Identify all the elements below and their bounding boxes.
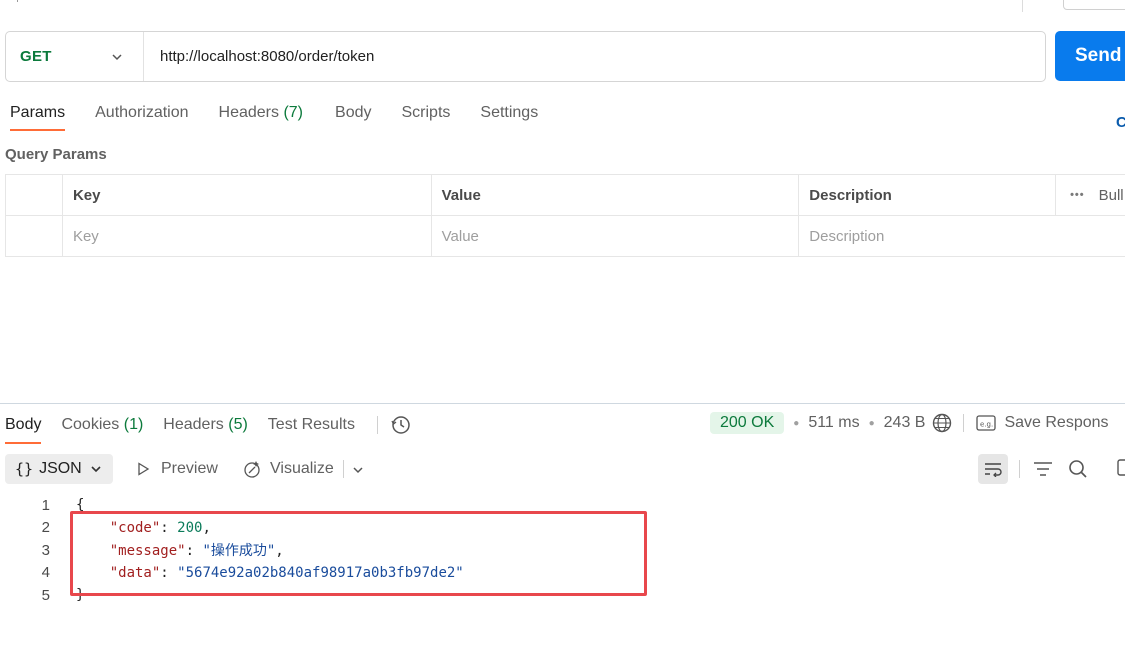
dot-separator: ●: [868, 417, 875, 429]
row-checkbox[interactable]: [5, 216, 62, 256]
tab-label: Authorization: [95, 104, 189, 121]
response-toolbar: {} JSON Preview Visualize: [5, 454, 1125, 484]
request-url-bar: GET http://localhost:8080/order/token: [5, 31, 1046, 82]
format-label: JSON: [39, 460, 82, 477]
save-response-icon: e.g.: [976, 415, 997, 431]
line-number: 5: [41, 586, 50, 604]
tab-label: Body: [335, 104, 372, 121]
visualize-icon: [244, 461, 260, 478]
visualize-label: Visualize: [270, 460, 334, 477]
tab-headers[interactable]: Headers (7): [219, 104, 304, 130]
save-response-button[interactable]: Save Respons: [1004, 414, 1108, 432]
value-column-header: Value: [430, 175, 799, 215]
response-tabs: Body Cookies (1) Headers (5) Test Result…: [5, 414, 412, 444]
checkbox-column-header: [5, 175, 62, 215]
tab-params[interactable]: Params: [10, 104, 66, 131]
tab-body[interactable]: Body: [335, 104, 371, 130]
braces-icon: {}: [15, 460, 34, 478]
tab-scripts[interactable]: Scripts: [401, 104, 450, 130]
tab-label: Headers: [163, 415, 224, 433]
preview-label: Preview: [161, 460, 218, 477]
bulk-edit-button[interactable]: ••• Bull: [1055, 175, 1125, 215]
top-edge: [0, 0, 1125, 14]
tab-authorization[interactable]: Authorization: [95, 104, 188, 130]
method-select[interactable]: GET: [6, 32, 144, 81]
line-number: 2: [41, 519, 50, 537]
tab-label: Settings: [480, 104, 539, 121]
line-number: 3: [41, 541, 50, 559]
query-params-title: Query Params: [5, 146, 107, 163]
tab-label: Cookies: [61, 415, 120, 433]
tab-count: (5): [228, 415, 248, 433]
tab-label: Scripts: [401, 104, 451, 121]
visualize-button[interactable]: Visualize: [242, 454, 334, 484]
separator: [963, 414, 965, 432]
response-tab-headers[interactable]: Headers (5): [163, 416, 248, 443]
response-time[interactable]: 511 ms: [808, 414, 859, 432]
separator: [1019, 460, 1020, 478]
tab-label: Test Results: [267, 415, 355, 433]
description-column-header: Description: [798, 175, 1055, 215]
annotation-highlight-box: [70, 511, 647, 596]
tab-label: Body: [5, 415, 42, 433]
table-row: Key Value Description: [5, 216, 1125, 257]
status-badge[interactable]: 200 OK: [710, 412, 785, 434]
table-header-row: Key Value Description ••• Bull: [5, 175, 1125, 216]
separator: [343, 460, 344, 478]
cookies-link[interactable]: C: [1116, 114, 1125, 131]
wrap-lines-icon: [985, 463, 1002, 477]
globe-icon[interactable]: [931, 412, 953, 434]
response-size[interactable]: 243 B: [884, 414, 926, 432]
key-column-header: Key: [61, 175, 431, 215]
top-edge-divider: [1022, 0, 1023, 12]
top-edge-mark: [12, 0, 18, 2]
top-edge-box: [1063, 0, 1125, 10]
tab-count: (7): [283, 104, 304, 121]
chevron-down-icon: [112, 54, 122, 61]
tab-label: Params: [10, 104, 66, 121]
value-input[interactable]: Value: [430, 216, 799, 256]
response-tab-cookies[interactable]: Cookies (1): [61, 416, 143, 443]
search-icon[interactable]: [1068, 459, 1088, 479]
dot-separator: ●: [793, 417, 800, 429]
line-number: 1: [41, 496, 50, 514]
response-meta: 200 OK ● 511 ms ● 243 B e.g. Save Respon…: [710, 412, 1109, 434]
line-number: 4: [41, 564, 50, 582]
request-tabs: Params Authorization Headers (7) Body Sc…: [10, 104, 568, 131]
svg-text:e.g.: e.g.: [980, 421, 993, 429]
send-button[interactable]: Send: [1055, 31, 1125, 81]
method-label: GET: [20, 48, 52, 65]
row-end-cell: [1055, 216, 1125, 256]
pane-divider[interactable]: [0, 403, 1125, 404]
tab-label: Headers: [218, 104, 279, 121]
response-tab-test-results[interactable]: Test Results: [268, 416, 355, 443]
chevron-down-icon[interactable]: [351, 463, 365, 477]
history-icon[interactable]: [390, 414, 412, 436]
preview-button[interactable]: Preview: [135, 454, 218, 484]
more-icon: •••: [1070, 189, 1085, 201]
url-input[interactable]: http://localhost:8080/order/token: [144, 48, 1045, 65]
query-params-table: Key Value Description ••• Bull Key Value…: [5, 174, 1125, 257]
key-input[interactable]: Key: [61, 216, 431, 256]
copy-icon[interactable]: [1117, 459, 1125, 477]
tab-settings[interactable]: Settings: [480, 104, 538, 130]
bulk-edit-label: Bull: [1098, 186, 1124, 204]
chevron-down-icon: [91, 466, 101, 473]
tab-count: (1): [123, 415, 144, 433]
response-tab-body[interactable]: Body: [5, 415, 42, 444]
wrap-lines-button[interactable]: [978, 454, 1008, 484]
filter-icon[interactable]: [1033, 460, 1053, 478]
description-input[interactable]: Description: [798, 216, 1055, 256]
play-icon: [138, 462, 150, 476]
format-select[interactable]: {} JSON: [5, 454, 113, 484]
separator: [376, 415, 378, 434]
